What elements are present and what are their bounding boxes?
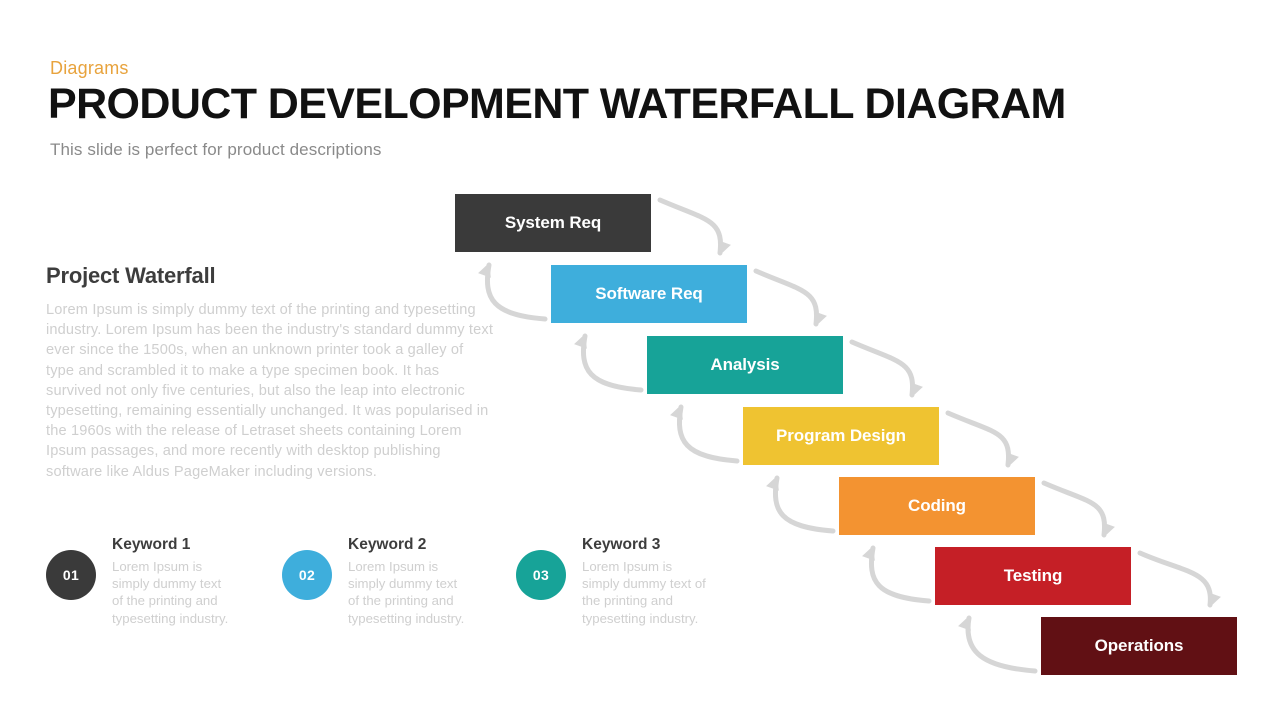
waterfall-stage-label: Testing <box>1003 566 1063 585</box>
waterfall-stage-label: Program Design <box>776 426 906 445</box>
waterfall-stage-6[interactable]: Testing <box>935 547 1131 605</box>
forward-arrow-6 <box>1137 550 1213 608</box>
backward-arrowhead-3 <box>670 405 683 420</box>
forward-arrowhead-6 <box>1208 592 1221 607</box>
backward-arrowhead-5 <box>862 546 875 561</box>
forward-arrowhead-1 <box>718 240 731 255</box>
forward-arrow-3 <box>849 339 916 398</box>
backward-arrowhead-6 <box>958 616 971 631</box>
forward-arrowhead-2 <box>814 311 827 326</box>
forward-arrowhead-4 <box>1006 452 1019 467</box>
waterfall-stage-label: Operations <box>1094 636 1184 655</box>
backward-arrowhead-1 <box>478 263 491 278</box>
forward-arrowhead-5 <box>1102 522 1115 537</box>
waterfall-stage-4[interactable]: Program Design <box>743 407 939 465</box>
forward-arrow-4 <box>945 410 1012 468</box>
waterfall-stage-3[interactable]: Analysis <box>647 336 843 394</box>
backward-arrowhead-2 <box>574 334 587 349</box>
waterfall-stage-label: Software Req <box>595 284 703 303</box>
backward-arrow-6 <box>965 615 1038 674</box>
slide-canvas: Diagrams PRODUCT DEVELOPMENT WATERFALL D… <box>0 0 1280 720</box>
waterfall-stage-label: Analysis <box>710 355 780 374</box>
waterfall-stage-1[interactable]: System Req <box>455 194 651 252</box>
waterfall-stage-2[interactable]: Software Req <box>551 265 747 323</box>
backward-arrow-2 <box>580 333 644 393</box>
backward-arrow-3 <box>676 404 740 464</box>
forward-arrowhead-3 <box>910 382 923 397</box>
waterfall-diagram: System Req Software Req Analysis Program De… <box>0 0 1280 720</box>
waterfall-arrows-layer <box>478 197 1221 674</box>
backward-arrow-5 <box>868 545 932 604</box>
forward-arrow-2 <box>753 268 820 327</box>
backward-arrow-1 <box>484 262 548 322</box>
waterfall-stage-label: System Req <box>504 213 602 232</box>
forward-arrow-5 <box>1041 480 1108 538</box>
waterfall-stage-5[interactable]: Coding <box>839 477 1035 535</box>
backward-arrowhead-4 <box>766 476 779 491</box>
waterfall-stage-7[interactable]: Operations <box>1041 617 1237 675</box>
forward-arrow-1 <box>657 197 724 256</box>
waterfall-stage-label: Coding <box>908 496 966 515</box>
backward-arrow-4 <box>772 475 836 534</box>
